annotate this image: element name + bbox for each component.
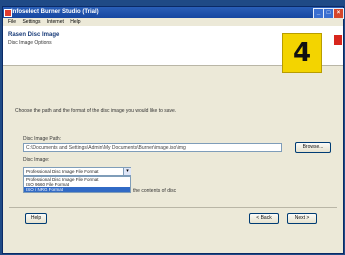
format-option-highlighted[interactable]: ISO / NRG Format <box>24 187 130 192</box>
accent-tab <box>334 35 342 45</box>
wizard-subtitle: Disc Image Options <box>8 40 52 46</box>
path-input[interactable]: C:\Documents and Settings\Admin\My Docum… <box>23 143 282 152</box>
menu-internet[interactable]: Internet <box>47 19 64 25</box>
menu-settings[interactable]: Settings <box>22 19 40 25</box>
back-button[interactable]: < Back <box>249 213 279 224</box>
menu-help[interactable]: Help <box>70 19 80 25</box>
format-select[interactable]: Professional Disc Image File Format <box>23 167 131 176</box>
path-label: Disc Image Path: <box>23 136 62 142</box>
title-bar: Infoselect Burner Studio (Trial) _ □ × <box>3 7 344 19</box>
window-title: Infoselect Burner Studio (Trial) <box>11 9 99 15</box>
menu-bar: File Settings Internet Help <box>3 18 343 26</box>
wizard-title: Rasen Disc Image <box>8 32 60 38</box>
format-dropdown-list: Professional Disc Image File Format ISO … <box>23 176 131 193</box>
format-label: Disc Image: <box>23 157 50 163</box>
format-selected-value: Professional Disc Image File Format <box>26 169 99 174</box>
browse-button[interactable]: Browse... <box>295 142 331 153</box>
instruction-text: Choose the path and the format of the di… <box>15 108 177 114</box>
step-number-badge: 4 <box>282 33 322 73</box>
menu-file[interactable]: File <box>8 19 16 25</box>
footer-divider <box>9 207 337 208</box>
format-hint: the contents of disc <box>133 188 177 194</box>
next-button[interactable]: Next > <box>287 213 317 224</box>
chevron-down-icon[interactable]: ▾ <box>123 168 131 175</box>
help-button[interactable]: Help <box>25 213 47 224</box>
